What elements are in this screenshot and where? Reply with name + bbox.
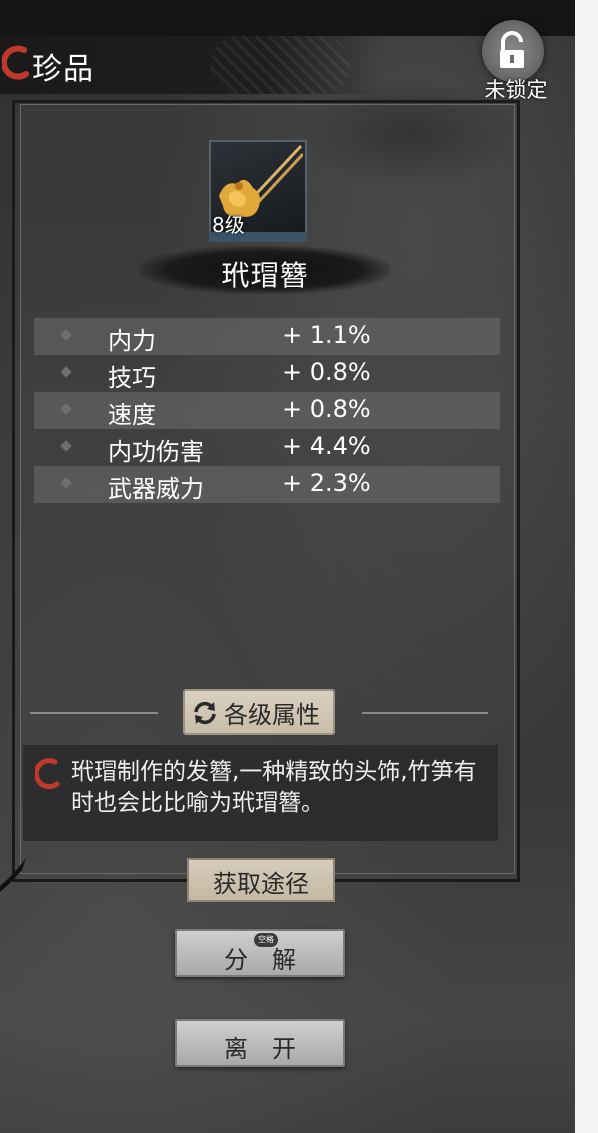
stats-list: 内力 + 1.1% 技巧 + 0.8% 速度 + 0.8% 内功伤害 + 4.4… xyxy=(34,318,500,503)
diamond-bullet-icon xyxy=(60,366,72,378)
stat-row: 武器威力 + 2.3% xyxy=(34,466,500,503)
lock-status-label: 未锁定 xyxy=(484,78,548,102)
stat-value: + 0.8% xyxy=(282,358,371,386)
divider xyxy=(362,712,488,714)
stat-name: 武器威力 xyxy=(108,475,204,503)
unlock-icon xyxy=(500,31,524,68)
stat-name: 内功伤害 xyxy=(108,438,204,466)
stat-row: 内力 + 1.1% xyxy=(34,318,500,355)
stat-name: 速度 xyxy=(108,401,156,429)
level-attributes-label: 各级属性 xyxy=(224,701,320,729)
item-level-badge: 8级 xyxy=(212,213,245,237)
acquire-source-label: 获取途径 xyxy=(213,870,309,898)
diamond-bullet-icon xyxy=(60,440,72,452)
page-title: 珍品 xyxy=(32,52,94,87)
diamond-bullet-icon xyxy=(60,329,72,341)
stat-value: + 2.3% xyxy=(282,469,371,497)
space-key-hint: 空格 xyxy=(254,933,278,947)
brand-logo-icon xyxy=(35,758,60,790)
diamond-bullet-icon xyxy=(60,403,72,415)
ink-stroke xyxy=(0,858,26,892)
stat-name: 技巧 xyxy=(108,364,156,392)
refresh-icon xyxy=(194,701,216,725)
divider xyxy=(30,712,158,714)
stat-row: 速度 + 0.8% xyxy=(34,392,500,429)
item-name: 玳瑁簪 xyxy=(221,259,309,292)
right-edge-strip xyxy=(575,0,598,1133)
stat-value: + 0.8% xyxy=(282,395,371,423)
stat-name: 内力 xyxy=(108,327,156,355)
stat-row: 技巧 + 0.8% xyxy=(34,355,500,392)
stat-value: + 1.1% xyxy=(282,321,371,349)
stat-row: 内功伤害 + 4.4% xyxy=(34,429,500,466)
diamond-bullet-icon xyxy=(60,477,72,489)
leave-label: 离开 xyxy=(224,1035,320,1063)
stat-value: + 4.4% xyxy=(282,432,371,460)
header-logo-icon xyxy=(2,45,29,80)
header-ornament xyxy=(210,36,350,94)
item-description: 玳瑁制作的发簪,一种精致的头饰,竹笋有时也会比比喻为玳瑁簪。 xyxy=(71,759,477,816)
